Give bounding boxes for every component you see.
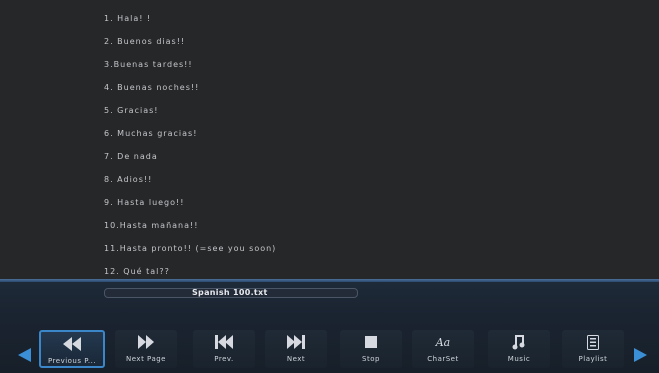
previous-page-button[interactable]: Previous P... — [39, 330, 105, 368]
skip-next-icon — [286, 332, 306, 352]
charset-label: CharSet — [427, 355, 459, 363]
text-line: 4. Buenas noches!! — [104, 83, 200, 92]
text-line: 11.Hasta pronto!! (=see you soon) — [104, 244, 277, 253]
music-label: Music — [507, 355, 531, 363]
stop-label: Stop — [362, 355, 380, 363]
text-line: 10.Hasta mañana!! — [104, 221, 199, 230]
stop-icon — [364, 332, 378, 352]
music-note-icon — [512, 332, 526, 352]
stop-button[interactable]: Stop — [340, 330, 402, 368]
music-button[interactable]: Music — [488, 330, 550, 368]
charset-icon: Aa — [435, 335, 451, 349]
text-viewer: 1. Hala! ! 2. Buenos dias!! 3.Buenas tar… — [0, 0, 659, 282]
text-line: 1. Hala! ! — [104, 14, 152, 23]
fast-forward-icon — [137, 332, 155, 352]
next-page-button[interactable]: Next Page — [115, 330, 177, 368]
text-line: 6. Muchas gracias! — [104, 129, 198, 138]
skip-previous-icon — [214, 332, 234, 352]
text-line: 2. Buenos dias!! — [104, 37, 186, 46]
rewind-icon — [62, 334, 82, 354]
text-line: 8. Adios!! — [104, 175, 153, 184]
previous-page-label: Previous P... — [47, 357, 97, 365]
playlist-button[interactable]: Playlist — [562, 330, 624, 368]
playlist-label: Playlist — [578, 355, 608, 363]
next-page-label: Next Page — [126, 355, 166, 363]
scroll-left-icon[interactable] — [18, 348, 32, 362]
text-line: 3.Buenas tardes!! — [104, 60, 193, 69]
text-line: 5. Gracias! — [104, 106, 159, 115]
file-name: Spanish 100.txt — [192, 288, 268, 297]
scroll-right-icon[interactable] — [634, 348, 648, 362]
next-label: Next — [286, 355, 306, 363]
prev-button[interactable]: Prev. — [193, 330, 255, 368]
next-button[interactable]: Next — [265, 330, 327, 368]
prev-label: Prev. — [214, 355, 234, 363]
text-line: 12. Qué tal?? — [104, 267, 170, 276]
text-line: 9. Hasta luego!! — [104, 198, 185, 207]
charset-button[interactable]: Aa CharSet — [412, 330, 474, 368]
text-line: 7. De nada — [104, 152, 158, 161]
playlist-icon — [587, 332, 599, 352]
